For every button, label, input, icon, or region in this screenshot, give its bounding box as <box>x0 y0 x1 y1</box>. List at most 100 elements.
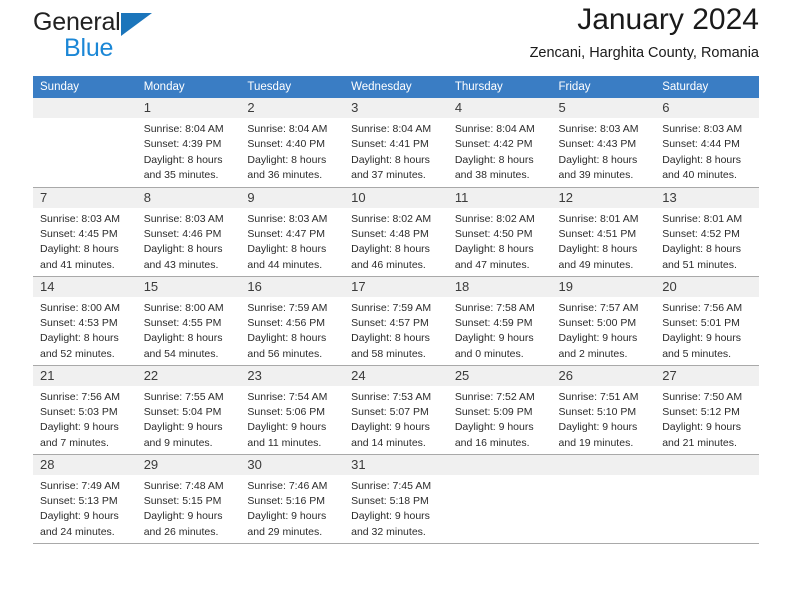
calendar-day-cell[interactable]: 3 Sunrise: 8:04 AM Sunset: 4:41 PM Daylight… <box>344 98 448 188</box>
day-number <box>551 454 656 475</box>
daylight-text-line2: and 19 minutes. <box>558 436 634 449</box>
calendar-day-cell[interactable]: 25 Sunrise: 7:52 AM Sunset: 5:09 PM Dayligh… <box>447 365 552 455</box>
daylight-text-line2: and 24 minutes. <box>40 525 115 538</box>
calendar-day-cell[interactable]: 13 Sunrise: 8:01 AM Sunset: 4:52 PM Dayligh… <box>655 187 759 277</box>
calendar-day-cell-empty <box>447 454 552 544</box>
calendar-day-cell[interactable]: 11 Sunrise: 8:02 AM Sunset: 4:50 PM Dayligh… <box>447 187 552 277</box>
calendar-day-cell[interactable]: 28 Sunrise: 7:49 AM Sunset: 5:13 PM Dayligh… <box>33 454 137 544</box>
calendar-day-cell[interactable]: 29 Sunrise: 7:48 AM Sunset: 5:15 PM Dayligh… <box>136 454 241 544</box>
calendar-day-cell[interactable]: 15 Sunrise: 8:00 AM Sunset: 4:55 PM Dayligh… <box>136 276 241 366</box>
day-sun-info: Sunrise: 7:59 AM Sunset: 4:57 PM Daylight:… <box>344 297 448 363</box>
sunset-text: Sunset: 4:59 PM <box>454 316 533 329</box>
calendar-body: 1 Sunrise: 8:04 AM Sunset: 4:39 PM Daylight… <box>33 98 759 544</box>
calendar-week-row: 1 Sunrise: 8:04 AM Sunset: 4:39 PM Daylight… <box>33 98 759 188</box>
calendar-day-cell[interactable]: 17 Sunrise: 7:59 AM Sunset: 4:57 PM Dayligh… <box>344 276 448 366</box>
sunset-text: Sunset: 4:45 PM <box>40 227 118 240</box>
day-sun-info: Sunrise: 7:50 AM Sunset: 5:12 PM Daylight:… <box>655 386 759 452</box>
calendar-day-cell[interactable]: 22 Sunrise: 7:55 AM Sunset: 5:04 PM Dayligh… <box>136 365 241 455</box>
sunset-text: Sunset: 4:56 PM <box>247 316 326 329</box>
sunrise-text: Sunrise: 7:45 AM <box>351 479 432 492</box>
day-number <box>33 98 137 118</box>
calendar-day-cell[interactable]: 16 Sunrise: 7:59 AM Sunset: 4:56 PM Dayligh… <box>240 276 345 366</box>
calendar-week-row: 28 Sunrise: 7:49 AM Sunset: 5:13 PM Dayligh… <box>33 454 759 544</box>
calendar-day-cell[interactable]: 8 Sunrise: 8:03 AM Sunset: 4:46 PM Daylight… <box>136 187 241 277</box>
calendar-day-cell[interactable]: 23 Sunrise: 7:54 AM Sunset: 5:06 PM Dayligh… <box>240 365 345 455</box>
calendar-day-cell[interactable]: 2 Sunrise: 8:04 AM Sunset: 4:40 PM Daylight… <box>240 98 345 188</box>
calendar-day-cell[interactable]: 21 Sunrise: 7:56 AM Sunset: 5:03 PM Dayligh… <box>33 365 137 455</box>
sunset-text: Sunset: 4:43 PM <box>558 138 637 151</box>
generalblue-logo[interactable]: General Blue <box>33 10 152 61</box>
calendar-day-cell[interactable]: 10 Sunrise: 8:02 AM Sunset: 4:48 PM Dayligh… <box>344 187 448 277</box>
calendar-day-cell[interactable]: 4 Sunrise: 8:04 AM Sunset: 4:42 PM Daylight… <box>447 98 552 188</box>
daylight-text-line2: and 39 minutes. <box>558 169 634 182</box>
daylight-text-line1: Daylight: 9 hours <box>40 510 119 523</box>
daylight-text-line2: and 16 minutes. <box>454 436 530 449</box>
day-sun-info: Sunrise: 7:49 AM Sunset: 5:13 PM Daylight:… <box>33 475 137 541</box>
calendar-day-cell[interactable]: 19 Sunrise: 7:57 AM Sunset: 5:00 PM Dayligh… <box>551 276 656 366</box>
calendar-day-cell[interactable]: 1 Sunrise: 8:04 AM Sunset: 4:39 PM Daylight… <box>136 98 241 188</box>
sunrise-text: Sunrise: 7:46 AM <box>247 479 328 492</box>
daylight-text-line1: Daylight: 9 hours <box>662 421 742 434</box>
calendar-day-cell[interactable]: 5 Sunrise: 8:03 AM Sunset: 4:43 PM Daylight… <box>551 98 656 188</box>
sunset-text: Sunset: 5:15 PM <box>143 494 222 507</box>
sunrise-text: Sunrise: 7:59 AM <box>247 301 328 314</box>
calendar-day-cell[interactable]: 24 Sunrise: 7:53 AM Sunset: 5:07 PM Dayligh… <box>344 365 448 455</box>
day-sun-info: Sunrise: 8:04 AM Sunset: 4:41 PM Daylight:… <box>344 118 448 184</box>
day-number: 15 <box>136 276 241 297</box>
sunrise-text: Sunrise: 8:03 AM <box>558 123 639 135</box>
daylight-text-line1: Daylight: 8 hours <box>558 153 638 166</box>
sunset-text: Sunset: 4:47 PM <box>247 227 326 240</box>
day-sun-info: Sunrise: 8:03 AM Sunset: 4:47 PM Daylight:… <box>240 208 344 274</box>
sunrise-text: Sunrise: 8:03 AM <box>40 212 120 225</box>
daylight-text-line1: Daylight: 8 hours <box>143 153 223 166</box>
sunrise-text: Sunrise: 7:48 AM <box>143 479 224 492</box>
day-number: 11 <box>447 187 552 208</box>
day-number: 3 <box>344 98 448 118</box>
day-number: 20 <box>655 276 759 297</box>
calendar-day-cell[interactable]: 14 Sunrise: 8:00 AM Sunset: 4:53 PM Dayligh… <box>33 276 137 366</box>
day-number: 4 <box>447 98 552 118</box>
calendar-day-cell[interactable]: 27 Sunrise: 7:50 AM Sunset: 5:12 PM Dayligh… <box>655 365 759 455</box>
day-sun-info: Sunrise: 7:52 AM Sunset: 5:09 PM Daylight:… <box>448 386 552 452</box>
day-number: 5 <box>551 98 656 118</box>
calendar-day-cell[interactable]: 9 Sunrise: 8:03 AM Sunset: 4:47 PM Daylight… <box>240 187 345 277</box>
calendar-page: General Blue January 2024 Zencani, Hargh… <box>0 0 792 612</box>
day-number: 31 <box>344 454 448 475</box>
sunrise-text: Sunrise: 7:49 AM <box>40 479 120 492</box>
calendar-day-cell[interactable]: 18 Sunrise: 7:58 AM Sunset: 4:59 PM Dayligh… <box>447 276 552 366</box>
daylight-text-line1: Daylight: 9 hours <box>143 510 223 523</box>
sunset-text: Sunset: 4:39 PM <box>143 138 222 151</box>
daylight-text-line2: and 44 minutes. <box>247 258 323 271</box>
daylight-text-line1: Daylight: 9 hours <box>247 421 327 434</box>
sunrise-text: Sunrise: 7:56 AM <box>662 301 743 314</box>
day-number: 9 <box>240 187 345 208</box>
sunrise-text: Sunrise: 7:57 AM <box>558 301 639 314</box>
weekday-header-tuesday: Tuesday <box>240 76 345 98</box>
calendar-day-cell-empty <box>551 454 656 544</box>
day-sun-info: Sunrise: 8:03 AM Sunset: 4:45 PM Daylight:… <box>33 208 137 274</box>
daylight-text-line2: and 9 minutes. <box>143 436 213 449</box>
calendar-day-cell[interactable]: 12 Sunrise: 8:01 AM Sunset: 4:51 PM Dayligh… <box>551 187 656 277</box>
daylight-text-line2: and 32 minutes. <box>351 525 426 538</box>
sunrise-text: Sunrise: 8:04 AM <box>454 123 535 135</box>
calendar-day-cell[interactable]: 31 Sunrise: 7:45 AM Sunset: 5:18 PM Dayligh… <box>344 454 448 544</box>
daylight-text-line1: Daylight: 8 hours <box>454 243 534 256</box>
calendar-day-cell[interactable]: 7 Sunrise: 8:03 AM Sunset: 4:45 PM Daylight… <box>33 187 137 277</box>
calendar-week-row: 7 Sunrise: 8:03 AM Sunset: 4:45 PM Daylight… <box>33 187 759 277</box>
sunrise-text: Sunrise: 8:03 AM <box>247 212 328 225</box>
daylight-text-line1: Daylight: 8 hours <box>40 243 119 256</box>
calendar-day-cell[interactable]: 30 Sunrise: 7:46 AM Sunset: 5:16 PM Dayligh… <box>240 454 345 544</box>
calendar-day-cell[interactable]: 26 Sunrise: 7:51 AM Sunset: 5:10 PM Dayligh… <box>551 365 656 455</box>
daylight-text-line2: and 58 minutes. <box>351 347 426 360</box>
calendar-day-cell[interactable]: 6 Sunrise: 8:03 AM Sunset: 4:44 PM Daylight… <box>655 98 759 188</box>
page-header: General Blue January 2024 Zencani, Hargh… <box>33 0 759 76</box>
calendar-day-cell[interactable]: 20 Sunrise: 7:56 AM Sunset: 5:01 PM Dayligh… <box>655 276 759 366</box>
sunrise-text: Sunrise: 8:04 AM <box>351 123 432 135</box>
daylight-text-line1: Daylight: 9 hours <box>247 510 327 523</box>
sunset-text: Sunset: 5:06 PM <box>247 405 326 418</box>
sunrise-text: Sunrise: 8:02 AM <box>351 212 432 225</box>
sunrise-text: Sunrise: 8:04 AM <box>247 123 328 135</box>
daylight-text-line1: Daylight: 9 hours <box>143 421 223 434</box>
daylight-text-line2: and 7 minutes. <box>40 436 109 449</box>
sunset-text: Sunset: 4:40 PM <box>247 138 326 151</box>
